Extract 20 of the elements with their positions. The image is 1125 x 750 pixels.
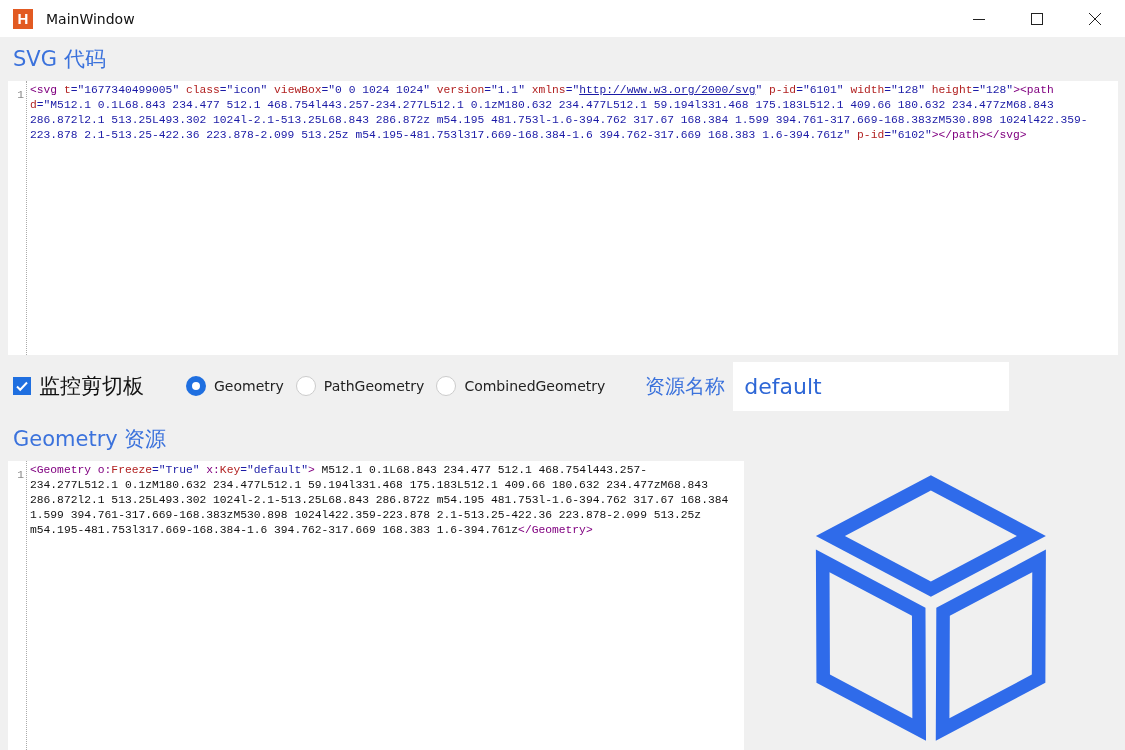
radio-circle[interactable]	[186, 376, 206, 396]
line-number: 1	[17, 89, 24, 101]
line-number: 1	[17, 469, 24, 481]
code-editor[interactable]	[8, 81, 1118, 355]
geometry-type-radio[interactable]: CombinedGeometry	[436, 376, 606, 396]
app-icon: H	[13, 8, 33, 29]
code-text: <svg t="1677340499005" class="icon" viewBox="0 0 1024 1024" version="1.1" xmlns="http://www.w3.org/2000/svg" p-id="6101" width="128" height="128"><path d="M512.1 0.1L68.843 234.477 512.1 468.754l443.257-234.277L512.1 0.1zM180.632 234.477L512.1 59.194l331.468 175.183L512.1 409.66 180.632 234.477zM68.843 286.872l2.1 513.25L493.302 1024l-2.1-513.25L68.843 286.872z m54.195 481.753l-1.6-394.762 317.67 168.384 1.599 394.761-317.669-168.383zM530.898 1024l422.359-223.878 2.1-513.25-422.36 223.878-2.099 513.25z m54.195-481.753l317.669-168.384-1.6 394.762-317.669 168.383 1.6-394.761z" p-id="6102"></path></svg>	[29, 83, 1089, 143]
clipboard-checkbox[interactable]: 监控剪切板	[13, 372, 144, 400]
resource-name-field[interactable]: default	[733, 361, 1010, 411]
checkbox[interactable]	[13, 377, 31, 395]
geometry-type-radio[interactable]: PathGeometry	[295, 376, 425, 396]
close-icon[interactable]	[1089, 12, 1101, 25]
window-title: MainWindow	[46, 10, 135, 27]
geometry-type-radio[interactable]: Geometry	[186, 376, 284, 396]
maximize-icon[interactable]	[1031, 12, 1043, 25]
section-heading: Geometry 资源	[12, 426, 168, 453]
code-text: <Geometry o:Freeze="True" x:Key="default"> M512.1 0.1L68.843 234.477 512.1 468.754l443.257-234.277L512.1 0.1zM180.632 234.477L512.1 59.194l331.468 175.183L512.1 409.66 180.632 234.477zM68.843 286.872l2.1 513.25L493.302 1024l-2.1-513.25L68.843 286.872z m54.195 481.753l-1.6-394.762 317.67 168.384 1.599 394.761-317.669-168.383zM530.898 1024l422.359-223.878 2.1-513.25-422.36 223.878-2.099 513.25z m54.195-481.753l317.669-168.384-1.6 394.762-317.669 168.383 1.6-394.761z</Geometry>	[29, 463, 730, 538]
code-editor[interactable]	[8, 461, 744, 750]
section-heading: SVG 代码	[12, 46, 107, 73]
resource-name-label: 资源名称	[645, 372, 726, 400]
